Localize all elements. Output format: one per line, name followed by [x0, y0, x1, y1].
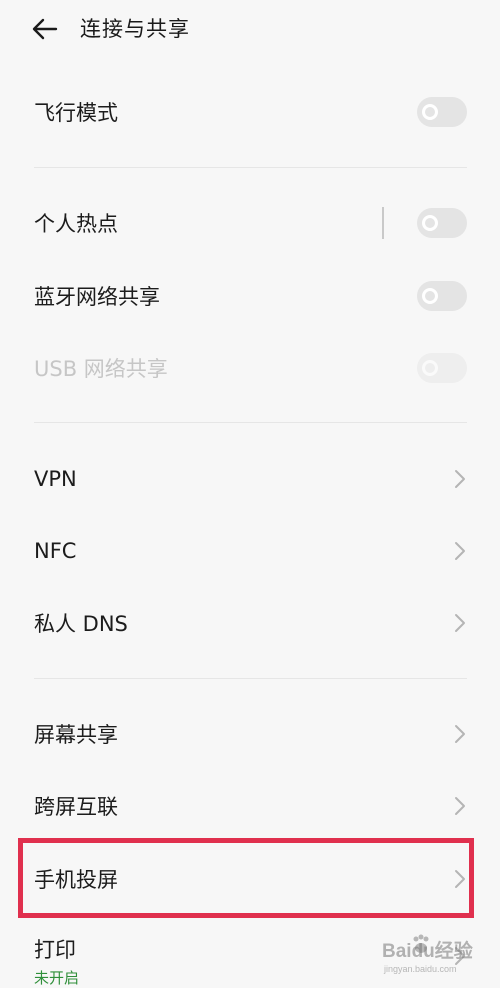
- print-label: 打印: [34, 938, 76, 962]
- print-status: 未开启: [34, 969, 80, 987]
- section-divider: [34, 678, 467, 679]
- personal-hotspot-label: 个人热点: [34, 212, 118, 236]
- toggle-knob: [422, 288, 438, 304]
- chevron-right-icon: [455, 470, 465, 488]
- chevron-right-icon: [455, 614, 465, 632]
- toggle-knob: [422, 104, 438, 120]
- toggle-knob: [422, 215, 438, 231]
- personal-hotspot-toggle[interactable]: [417, 208, 467, 238]
- bluetooth-tethering-label: 蓝牙网络共享: [34, 285, 160, 309]
- back-button[interactable]: [28, 12, 62, 46]
- chevron-right-icon: [455, 797, 465, 815]
- section-divider: [34, 422, 467, 423]
- nfc-row[interactable]: NFC: [0, 515, 500, 587]
- airplane-mode-label: 飞行模式: [34, 101, 118, 125]
- airplane-mode-row[interactable]: 飞行模式: [0, 76, 500, 148]
- chevron-right-icon: [455, 725, 465, 743]
- chevron-right-icon: [455, 947, 465, 965]
- vpn-label: VPN: [34, 467, 77, 491]
- print-row[interactable]: 打印 未开启: [0, 926, 500, 988]
- phone-cast-label: 手机投屏: [34, 868, 118, 892]
- chevron-right-icon: [455, 870, 465, 888]
- bluetooth-tethering-row[interactable]: 蓝牙网络共享: [0, 260, 500, 332]
- phone-cast-row[interactable]: 手机投屏: [0, 843, 500, 915]
- toggle-knob: [422, 360, 438, 376]
- personal-hotspot-row[interactable]: 个人热点: [0, 187, 500, 259]
- arrow-left-icon: [32, 18, 58, 40]
- screen-share-label: 屏幕共享: [34, 723, 118, 747]
- screen-share-row[interactable]: 屏幕共享: [0, 698, 500, 770]
- cross-screen-label: 跨屏互联: [34, 795, 118, 819]
- cross-screen-row[interactable]: 跨屏互联: [0, 770, 500, 842]
- usb-tethering-row: USB 网络共享: [0, 332, 500, 404]
- private-dns-label: 私人 DNS: [34, 612, 128, 636]
- page-title: 连接与共享: [80, 17, 190, 41]
- section-divider: [34, 167, 467, 168]
- header: 连接与共享: [0, 0, 500, 60]
- usb-tethering-label: USB 网络共享: [34, 357, 168, 381]
- airplane-mode-toggle[interactable]: [417, 97, 467, 127]
- row-separator-bar: [382, 207, 384, 239]
- usb-tethering-toggle: [417, 353, 467, 383]
- chevron-right-icon: [455, 542, 465, 560]
- private-dns-row[interactable]: 私人 DNS: [0, 587, 500, 659]
- nfc-label: NFC: [34, 539, 77, 563]
- bluetooth-tethering-toggle[interactable]: [417, 281, 467, 311]
- vpn-row[interactable]: VPN: [0, 443, 500, 515]
